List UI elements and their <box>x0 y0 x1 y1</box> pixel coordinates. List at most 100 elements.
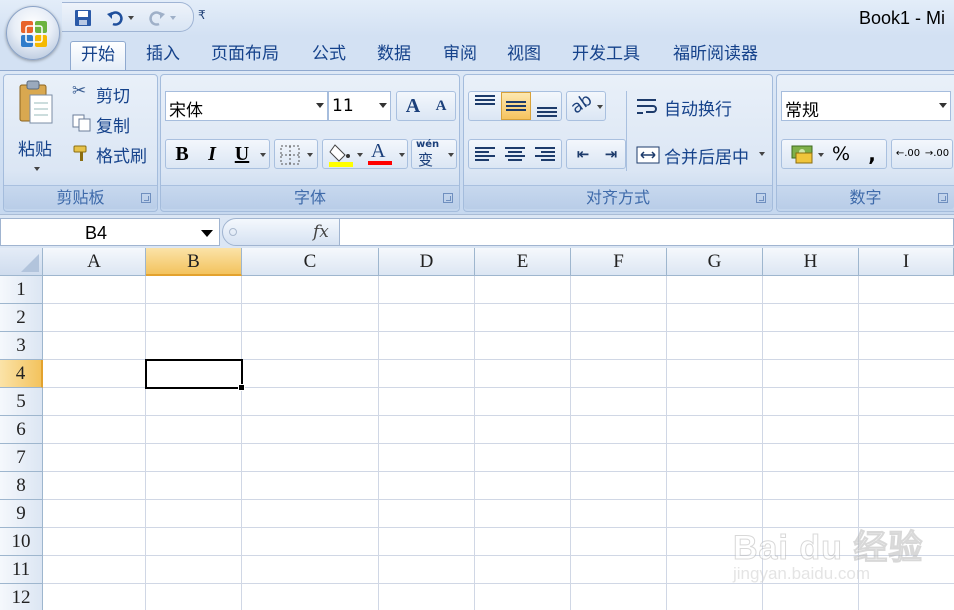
chevron-down-icon <box>316 103 324 108</box>
bold-button[interactable]: B <box>168 140 196 168</box>
bottom-align-icon <box>537 107 557 117</box>
underline-button[interactable]: U <box>228 140 256 168</box>
font-color-swatch <box>368 161 392 165</box>
insert-function-icon[interactable]: fx <box>313 222 329 242</box>
comma-style-button[interactable]: , <box>858 140 886 168</box>
select-all-button[interactable] <box>0 248 43 276</box>
row-header-4[interactable]: 4 <box>0 360 43 388</box>
font-group-label: 字体 <box>161 185 459 209</box>
column-header-a[interactable]: A <box>43 248 146 276</box>
redo-dropdown[interactable] <box>168 7 178 29</box>
grow-font-button[interactable]: A <box>399 92 427 120</box>
tab-data[interactable]: 数据 <box>367 41 421 70</box>
accounting-format-button[interactable] <box>784 140 824 168</box>
copy-button[interactable]: 复制 <box>70 111 154 137</box>
font-size-select[interactable]: 11 <box>328 91 391 121</box>
copy-label: 复制 <box>96 117 130 137</box>
column-header-c[interactable]: C <box>242 248 379 276</box>
gridline <box>43 583 954 584</box>
column-header-b[interactable]: B <box>146 248 242 276</box>
font-size-value: 11 <box>332 96 354 116</box>
undo-button[interactable] <box>104 7 126 29</box>
save-button[interactable] <box>72 7 94 29</box>
align-left-button[interactable] <box>471 140 499 168</box>
office-button[interactable] <box>6 6 60 60</box>
italic-button[interactable]: I <box>198 140 226 168</box>
underline-icon: U <box>234 142 250 165</box>
active-cell-b4[interactable] <box>145 359 245 391</box>
tab-developer[interactable]: 开发工具 <box>562 41 650 70</box>
row-header-1[interactable]: 1 <box>0 276 43 304</box>
resize-handle[interactable] <box>229 228 237 236</box>
gridline <box>43 443 954 444</box>
shrink-font-button[interactable]: A <box>427 92 455 120</box>
indent-buttons: ⇤ ⇥ <box>566 139 626 169</box>
tab-page-layout[interactable]: 页面布局 <box>201 41 289 70</box>
save-icon <box>75 10 91 26</box>
paste-button[interactable]: 粘贴 <box>8 77 64 177</box>
row-header-7[interactable]: 7 <box>0 444 43 472</box>
tab-foxit-reader[interactable]: 福昕阅读器 <box>663 41 768 70</box>
top-align-button[interactable] <box>471 92 499 120</box>
formula-input[interactable] <box>340 218 954 246</box>
italic-icon: I <box>208 142 216 165</box>
middle-align-button[interactable] <box>501 92 531 120</box>
font-name-value: 宋体 <box>169 101 203 121</box>
phonetic-guide-button[interactable]: wén 变 <box>411 139 457 169</box>
orientation-button[interactable]: ab <box>566 90 606 121</box>
tab-review[interactable]: 审阅 <box>433 41 487 70</box>
column-header-f[interactable]: F <box>571 248 667 276</box>
row-header-2[interactable]: 2 <box>0 304 43 332</box>
number-group-label: 数字 <box>777 185 954 209</box>
alignment-dialog-launcher[interactable] <box>756 193 766 203</box>
borders-button[interactable] <box>274 139 318 169</box>
increase-indent-button[interactable]: ⇥ <box>597 140 625 168</box>
tab-home[interactable]: 开始 <box>70 41 126 70</box>
customize-quick-access-button[interactable]: ₹ <box>198 8 206 22</box>
column-header-i[interactable]: I <box>859 248 954 276</box>
ribbon-tabs: 开始 插入 页面布局 公式 数据 审阅 视图 开发工具 福昕阅读器 <box>0 36 954 70</box>
column-header-g[interactable]: G <box>667 248 763 276</box>
row-header-9[interactable]: 9 <box>0 500 43 528</box>
merge-center-label: 合并后居中 <box>664 148 749 168</box>
number-format-select[interactable]: 常规 <box>781 91 951 121</box>
tab-view[interactable]: 视图 <box>497 41 551 70</box>
column-header-d[interactable]: D <box>379 248 475 276</box>
cut-button[interactable]: ✂ 剪切 <box>70 81 154 107</box>
align-right-button[interactable] <box>531 140 559 168</box>
increase-decimal-button[interactable]: ←.00 <box>894 140 922 168</box>
percent-style-button[interactable]: % <box>826 140 856 168</box>
row-header-3[interactable]: 3 <box>0 332 43 360</box>
row-header-5[interactable]: 5 <box>0 388 43 416</box>
format-painter-button[interactable]: 格式刷 <box>70 141 154 167</box>
decrease-decimal-button[interactable]: →.00 <box>923 140 951 168</box>
tab-insert[interactable]: 插入 <box>136 41 190 70</box>
top-align-icon <box>475 95 495 105</box>
gridline <box>43 471 954 472</box>
undo-dropdown[interactable] <box>126 7 136 29</box>
row-header-12[interactable]: 12 <box>0 584 43 610</box>
increase-decimal-text: .00 <box>904 148 921 159</box>
align-center-button[interactable] <box>501 140 529 168</box>
row-header-11[interactable]: 11 <box>0 556 43 584</box>
horizontal-align-buttons <box>468 139 562 169</box>
font-name-select[interactable]: 宋体 <box>165 91 328 121</box>
name-box[interactable]: B4 <box>0 218 220 246</box>
number-dialog-launcher[interactable] <box>938 193 948 203</box>
wrap-text-button[interactable]: 自动换行 <box>630 91 765 121</box>
row-header-6[interactable]: 6 <box>0 416 43 444</box>
row-header-10[interactable]: 10 <box>0 528 43 556</box>
column-header-e[interactable]: E <box>475 248 571 276</box>
row-header-8[interactable]: 8 <box>0 472 43 500</box>
font-color-button[interactable]: A <box>367 140 407 168</box>
clipboard-dialog-launcher[interactable] <box>141 193 151 203</box>
color-buttons: A <box>322 139 408 169</box>
fill-color-button[interactable] <box>325 140 363 168</box>
font-dialog-launcher[interactable] <box>443 193 453 203</box>
redo-button[interactable] <box>146 7 168 29</box>
merge-center-button[interactable]: 合并后居中 <box>630 139 770 169</box>
tab-formulas[interactable]: 公式 <box>302 41 356 70</box>
column-header-h[interactable]: H <box>763 248 859 276</box>
decrease-indent-button[interactable]: ⇤ <box>569 140 597 168</box>
bottom-align-button[interactable] <box>533 92 561 120</box>
